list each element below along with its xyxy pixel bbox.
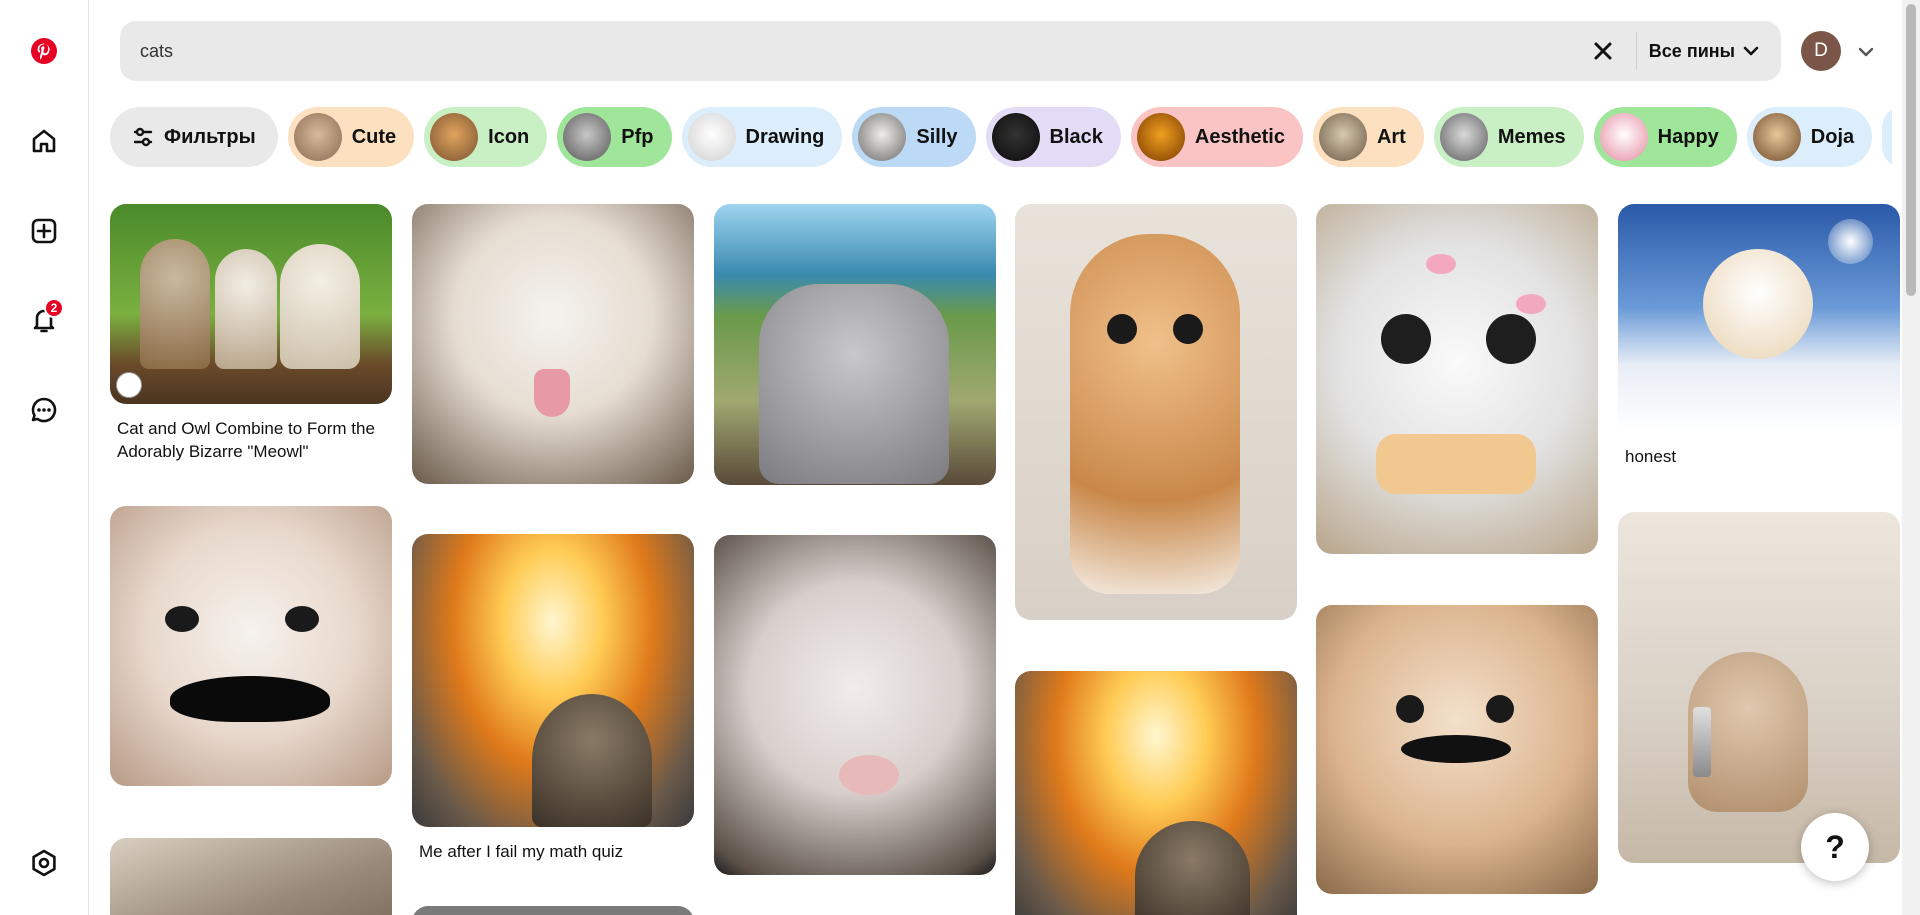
chip-thumbnail [563, 113, 612, 161]
chip-label: Black [1049, 125, 1103, 148]
chip-thumbnail [1136, 113, 1185, 161]
pinterest-logo-icon[interactable] [14, 21, 74, 81]
pin-image-explosion-cat[interactable] [412, 534, 694, 827]
chip-black[interactable]: Black [985, 107, 1121, 167]
clear-search-icon[interactable] [1578, 26, 1628, 76]
pin-image-standing-kitten[interactable] [1015, 204, 1297, 620]
chip-partial[interactable] [1882, 107, 1892, 167]
source-logo-icon [116, 372, 142, 398]
search-bar: Все пины [120, 21, 1781, 81]
pin-image-mustache-kitten[interactable] [110, 506, 392, 786]
pin-image-explosion-cat-2[interactable] [1015, 671, 1297, 915]
sidebar: 2 [0, 0, 89, 915]
chip-happy[interactable]: Happy [1593, 107, 1737, 167]
chip-memes[interactable]: Memes [1433, 107, 1584, 167]
chevron-down-icon [1743, 46, 1759, 56]
chip-thumbnail [991, 113, 1040, 161]
avatar[interactable]: D [1801, 31, 1841, 71]
chip-label: Icon [488, 125, 530, 148]
pin-image-closeup-cat[interactable] [714, 535, 996, 875]
search-divider [1635, 32, 1637, 70]
chip-label: Aesthetic [1194, 125, 1285, 148]
create-icon[interactable] [14, 201, 74, 261]
avatar-initial: D [1814, 40, 1828, 61]
notifications-icon[interactable]: 2 [14, 290, 74, 350]
pin-image-room-cat[interactable] [110, 838, 392, 915]
chip-thumbnail [858, 113, 907, 161]
chip-silly[interactable]: Silly [852, 107, 976, 167]
notification-badge: 2 [44, 298, 64, 318]
chip-label: Pfp [621, 125, 654, 148]
pin-image-angry-mustache-kitten[interactable] [1316, 605, 1598, 894]
pin-image-column2-next[interactable] [412, 906, 694, 915]
chip-art[interactable]: Art [1312, 107, 1424, 167]
pin-image-hugging-kittens[interactable] [714, 204, 996, 485]
chip-thumbnail [1439, 113, 1488, 161]
chip-label: Art [1376, 125, 1406, 148]
pin-image-cat-and-owl[interactable] [110, 204, 392, 404]
pin-title[interactable]: Me after I fail my math quiz [419, 840, 689, 863]
messages-icon[interactable] [14, 380, 74, 440]
chip-label: Memes [1497, 125, 1566, 148]
pin-image-tongue-cat[interactable] [412, 204, 694, 484]
pin-title[interactable]: Cat and Owl Combine to Form the Adorably… [117, 417, 387, 463]
chip-label: Drawing [745, 125, 825, 148]
pin-image-knife-kitten[interactable] [1618, 512, 1900, 863]
pin-title[interactable]: honest [1625, 445, 1895, 468]
search-input[interactable] [120, 21, 1578, 81]
chip-thumbnail [1318, 113, 1367, 161]
settings-icon[interactable] [14, 833, 74, 893]
filters-label: Фильтры [164, 125, 256, 148]
chip-thumbnail [1599, 113, 1648, 161]
chip-label: Doja [1810, 125, 1855, 148]
search-scope-dropdown[interactable]: Все пины [1649, 41, 1781, 62]
home-icon[interactable] [14, 111, 74, 171]
pin-image-snow-cat[interactable] [1618, 204, 1900, 434]
chip-thumbnail [687, 113, 736, 161]
chip-aesthetic[interactable]: Aesthetic [1130, 107, 1303, 167]
pin-image-bow-kitten[interactable] [1316, 204, 1598, 554]
help-icon: ? [1825, 828, 1845, 865]
chip-label: Silly [916, 125, 958, 148]
chip-label: Cute [351, 125, 397, 148]
chip-thumbnail [1752, 113, 1801, 161]
filters-button[interactable]: Фильтры [110, 107, 278, 167]
guide-chips: Фильтры Cute Icon Pfp Drawing Silly Blac… [110, 107, 1892, 167]
chip-label: Happy [1657, 125, 1719, 148]
chip-icon[interactable]: Icon [424, 107, 548, 167]
search-scope-label: Все пины [1648, 40, 1735, 61]
chip-doja[interactable]: Doja [1746, 107, 1873, 167]
pinterest-app: 2 Все пины D Фильтры Cute Icon Pfp Draw [0, 0, 1920, 915]
filter-sliders-icon [133, 127, 153, 147]
chip-drawing[interactable]: Drawing [681, 107, 843, 167]
chip-thumbnail [293, 113, 342, 161]
chip-cute[interactable]: Cute [287, 107, 415, 167]
page-scrollbar-thumb[interactable] [1906, 4, 1916, 296]
account-menu-chevron-icon[interactable] [1854, 40, 1878, 64]
help-button[interactable]: ? [1801, 813, 1869, 881]
chip-pfp[interactable]: Pfp [557, 107, 672, 167]
chip-thumbnail [430, 113, 479, 161]
